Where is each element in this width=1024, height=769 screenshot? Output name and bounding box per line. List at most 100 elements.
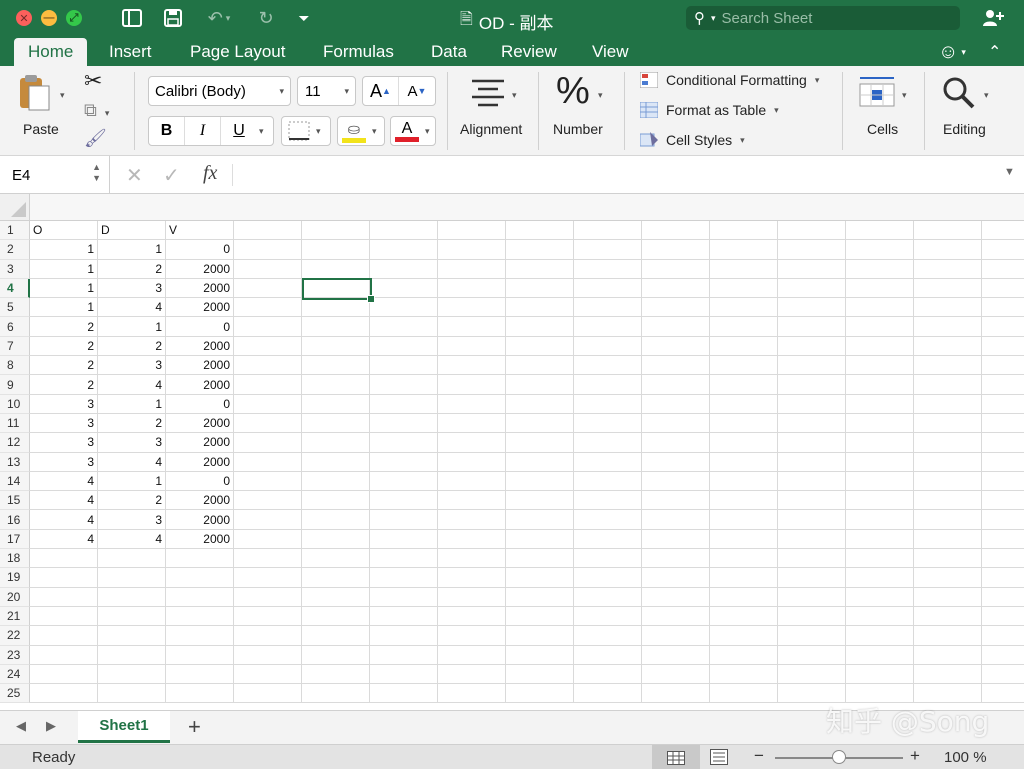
cell[interactable] bbox=[370, 549, 438, 569]
cell[interactable] bbox=[438, 433, 506, 453]
cell[interactable] bbox=[778, 433, 846, 453]
cell[interactable] bbox=[710, 491, 778, 511]
cell[interactable] bbox=[302, 356, 370, 376]
cell[interactable]: 0 bbox=[166, 471, 234, 492]
cell[interactable] bbox=[914, 259, 982, 279]
select-all-corner[interactable] bbox=[0, 194, 30, 221]
cell[interactable] bbox=[710, 606, 778, 627]
cell[interactable] bbox=[778, 259, 846, 279]
cell[interactable]: 1 bbox=[98, 394, 166, 414]
font-color-button[interactable]: A ▾ bbox=[390, 116, 436, 146]
cell[interactable]: V bbox=[166, 221, 234, 241]
cell[interactable] bbox=[846, 356, 914, 376]
cell[interactable] bbox=[234, 259, 302, 279]
cell[interactable] bbox=[506, 491, 574, 511]
italic-button[interactable]: I bbox=[185, 117, 221, 145]
cell[interactable] bbox=[302, 606, 370, 627]
cell[interactable] bbox=[30, 549, 98, 569]
cell[interactable] bbox=[982, 453, 1024, 472]
cell[interactable] bbox=[914, 529, 982, 550]
search-sheet-input[interactable]: ⚲ ▾ Search Sheet bbox=[686, 6, 960, 30]
cell[interactable] bbox=[982, 549, 1024, 569]
cell[interactable] bbox=[778, 317, 846, 337]
cell[interactable] bbox=[302, 240, 370, 260]
cell[interactable] bbox=[234, 529, 302, 550]
cell[interactable]: 2000 bbox=[166, 491, 234, 511]
cell[interactable] bbox=[642, 278, 710, 299]
cell[interactable] bbox=[234, 684, 302, 704]
cell[interactable] bbox=[642, 394, 710, 414]
percent-icon[interactable]: % bbox=[556, 70, 590, 113]
cell[interactable] bbox=[98, 684, 166, 704]
cell[interactable] bbox=[574, 471, 642, 492]
cell[interactable] bbox=[642, 549, 710, 569]
cell[interactable] bbox=[302, 491, 370, 511]
redo-icon[interactable]: ↻ bbox=[254, 6, 278, 30]
cell[interactable] bbox=[914, 606, 982, 627]
cell[interactable] bbox=[710, 510, 778, 530]
cell[interactable] bbox=[710, 375, 778, 395]
cell[interactable]: 3 bbox=[30, 433, 98, 453]
cell[interactable] bbox=[710, 336, 778, 357]
cell[interactable] bbox=[234, 356, 302, 376]
cell[interactable] bbox=[982, 395, 1024, 414]
cell[interactable] bbox=[234, 664, 302, 685]
cell[interactable] bbox=[574, 529, 642, 550]
cell[interactable] bbox=[30, 587, 98, 607]
cell[interactable] bbox=[914, 394, 982, 414]
cell[interactable] bbox=[846, 568, 914, 588]
cell[interactable] bbox=[98, 606, 166, 627]
cell[interactable] bbox=[574, 375, 642, 395]
cell[interactable] bbox=[302, 587, 370, 607]
paste-dropdown-icon[interactable]: ▾ bbox=[60, 90, 65, 101]
copy-icon[interactable]: ⧉ ▾ bbox=[84, 100, 109, 121]
cell[interactable] bbox=[166, 568, 234, 588]
cell[interactable] bbox=[982, 279, 1024, 299]
cell[interactable] bbox=[506, 664, 574, 685]
number-button-label[interactable]: Number bbox=[553, 121, 603, 137]
row-header[interactable]: 25 bbox=[0, 684, 30, 704]
cell[interactable] bbox=[846, 471, 914, 492]
cell[interactable] bbox=[642, 606, 710, 627]
cell[interactable] bbox=[370, 664, 438, 685]
cell[interactable]: 1 bbox=[98, 317, 166, 337]
cell[interactable] bbox=[166, 587, 234, 607]
cell[interactable]: 2 bbox=[30, 356, 98, 376]
cell[interactable]: 3 bbox=[30, 452, 98, 472]
cell[interactable] bbox=[234, 375, 302, 395]
cell[interactable] bbox=[302, 259, 370, 279]
grow-font-button[interactable]: A ▲ bbox=[363, 77, 400, 105]
row-header[interactable]: 9 bbox=[0, 375, 30, 395]
cell[interactable] bbox=[846, 587, 914, 607]
cell[interactable]: 2000 bbox=[166, 433, 234, 453]
cell[interactable] bbox=[370, 278, 438, 299]
cell[interactable] bbox=[506, 471, 574, 492]
row-header[interactable]: 17 bbox=[0, 529, 30, 550]
cell[interactable] bbox=[302, 510, 370, 530]
cell[interactable] bbox=[642, 664, 710, 685]
cell[interactable] bbox=[642, 240, 710, 260]
cells-icon[interactable] bbox=[858, 74, 896, 111]
cell[interactable] bbox=[982, 240, 1024, 260]
cell[interactable] bbox=[234, 645, 302, 665]
cell[interactable] bbox=[234, 336, 302, 357]
alignment-button-label[interactable]: Alignment bbox=[460, 121, 522, 137]
cell[interactable] bbox=[574, 413, 642, 434]
cell[interactable] bbox=[370, 529, 438, 550]
cell[interactable] bbox=[914, 317, 982, 337]
cell[interactable] bbox=[302, 394, 370, 414]
cell[interactable]: 4 bbox=[30, 529, 98, 550]
cell[interactable] bbox=[574, 587, 642, 607]
cell[interactable] bbox=[710, 259, 778, 279]
cell[interactable] bbox=[370, 413, 438, 434]
cell[interactable] bbox=[574, 549, 642, 569]
row-header[interactable]: 12 bbox=[0, 433, 30, 453]
cell[interactable] bbox=[982, 626, 1024, 646]
cell[interactable] bbox=[846, 549, 914, 569]
row-header[interactable]: 10 bbox=[0, 394, 30, 414]
cell[interactable] bbox=[710, 298, 778, 318]
cell[interactable] bbox=[710, 549, 778, 569]
cell[interactable] bbox=[982, 472, 1024, 492]
cell[interactable]: 0 bbox=[166, 317, 234, 337]
name-box-stepper-icon[interactable]: ▲ ▼ bbox=[92, 162, 101, 184]
